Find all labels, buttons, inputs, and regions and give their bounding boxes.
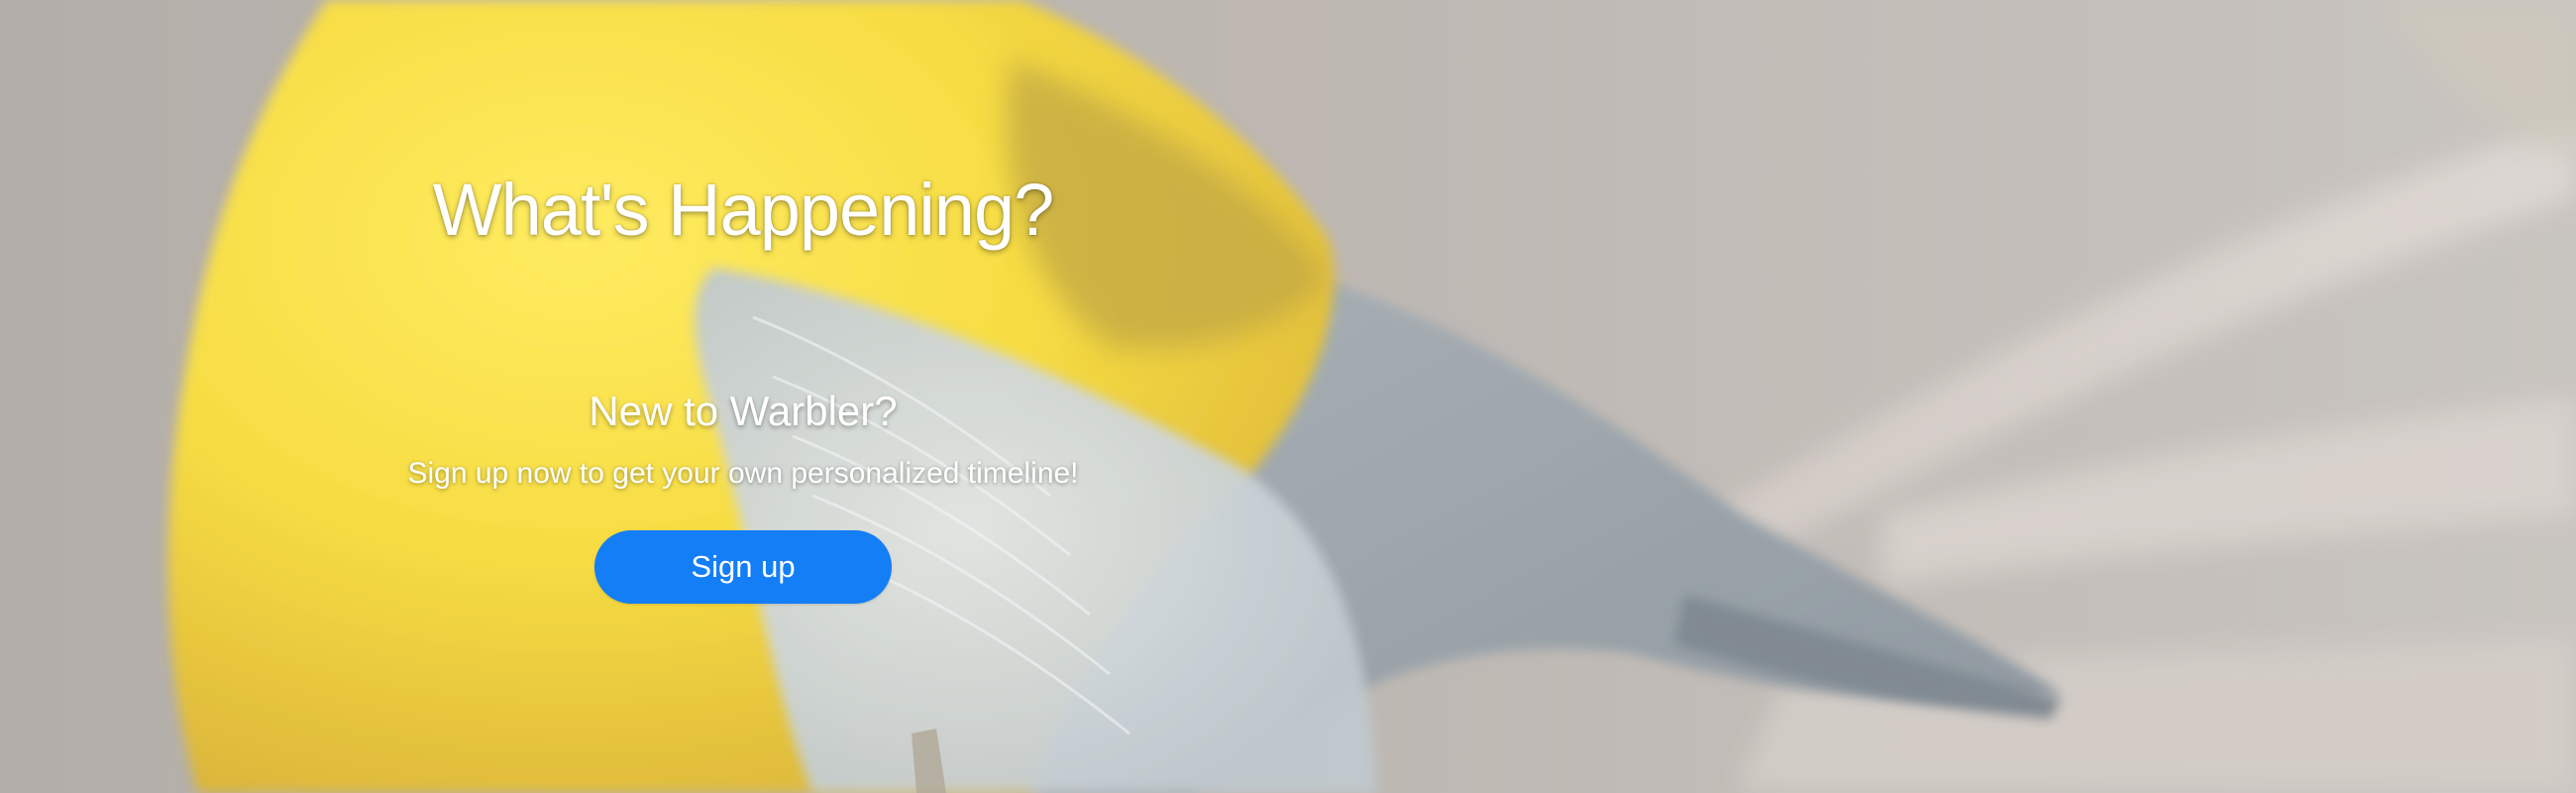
page-title: What's Happening? — [432, 169, 1055, 251]
signup-heading: New to Warbler? — [589, 388, 898, 434]
sign-up-button[interactable]: Sign up — [594, 530, 892, 605]
signup-tagline: Sign up now to get your own personalized… — [407, 457, 1079, 491]
hero-section: What's Happening? New to Warbler? Sign u… — [0, 0, 2576, 793]
signup-panel: New to Warbler? Sign up now to get your … — [0, 387, 1486, 605]
hero-copy: What's Happening? New to Warbler? Sign u… — [0, 0, 1486, 793]
